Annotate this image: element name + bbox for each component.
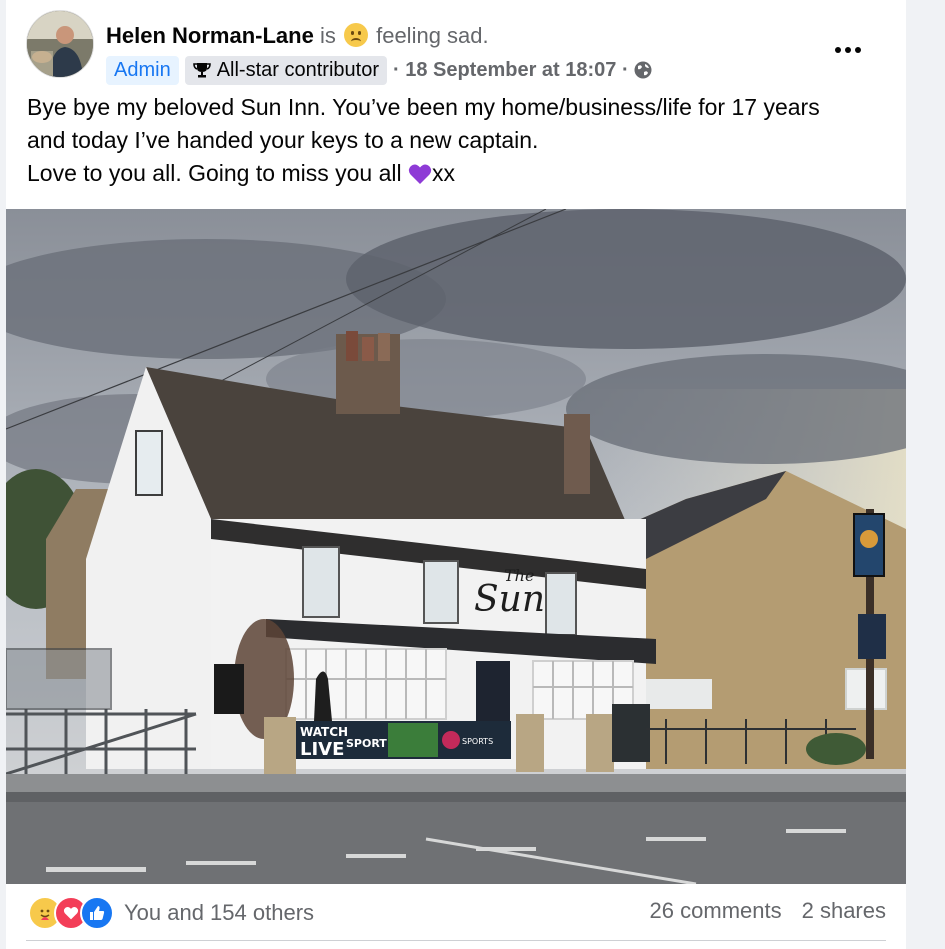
sad-face-emoji-icon [343, 23, 368, 47]
photo-banner-live: LIVE [300, 739, 344, 760]
footer-divider [26, 940, 886, 941]
feeling-text: feeling sad. [376, 23, 489, 48]
trophy-icon [192, 63, 211, 78]
author-name[interactable]: Helen Norman-Lane [106, 23, 314, 48]
post-photo[interactable]: The Sun WATCH LIVE SPORT SPORTS [6, 209, 906, 884]
shares-count[interactable]: 2 shares [802, 898, 886, 924]
author-avatar[interactable] [26, 10, 94, 78]
page-background-edge [906, 0, 945, 949]
post-footer: You and 154 others 26 comments 2 shares [6, 884, 906, 949]
author-line: Helen Norman-Lane is feeling sad. [106, 22, 489, 50]
post-meta: Admin All-star contributor · 18 Septembe… [106, 54, 653, 86]
post-text-line-3: Love to you all. Going to miss you all x… [27, 157, 887, 190]
photo-banner-watch: WATCH [300, 725, 348, 739]
comments-count[interactable]: 26 comments [650, 898, 782, 924]
post-timestamp[interactable]: · 18 September at 18:07 · [393, 59, 629, 82]
admin-badge[interactable]: Admin [106, 55, 179, 85]
post-stats: 26 comments 2 shares [650, 898, 886, 924]
public-globe-icon[interactable] [633, 60, 653, 80]
post-text-line-3-end: xx [431, 160, 455, 186]
post-text-line-2: and today I’ve handed your keys to a new… [27, 127, 539, 153]
photo-sign-sun: Sun [474, 579, 545, 620]
post-text: Bye bye my beloved Sun Inn. You’ve been … [27, 91, 887, 190]
photo-banner-sports-logo: SPORTS [462, 737, 493, 746]
more-options-icon[interactable] [828, 30, 868, 70]
reaction-count-text[interactable]: You and 154 others [124, 900, 314, 926]
is-word: is [319, 23, 336, 48]
photo-banner-sport: SPORT [346, 737, 387, 750]
contributor-label: All-star contributor [216, 58, 379, 81]
post-text-line-1: Bye bye my beloved Sun Inn. You’ve been … [27, 94, 820, 120]
post-card: Helen Norman-Lane is feeling sad. Admin … [6, 0, 906, 949]
all-star-contributor-badge[interactable]: All-star contributor [184, 55, 387, 85]
post-header: Helen Norman-Lane is feeling sad. Admin … [26, 10, 886, 85]
post-text-line-3-text: Love to you all. Going to miss you all [27, 160, 402, 186]
purple-heart-emoji-icon [408, 164, 432, 184]
reaction-summary[interactable]: You and 154 others [28, 896, 314, 930]
like-reaction-icon [80, 896, 114, 930]
